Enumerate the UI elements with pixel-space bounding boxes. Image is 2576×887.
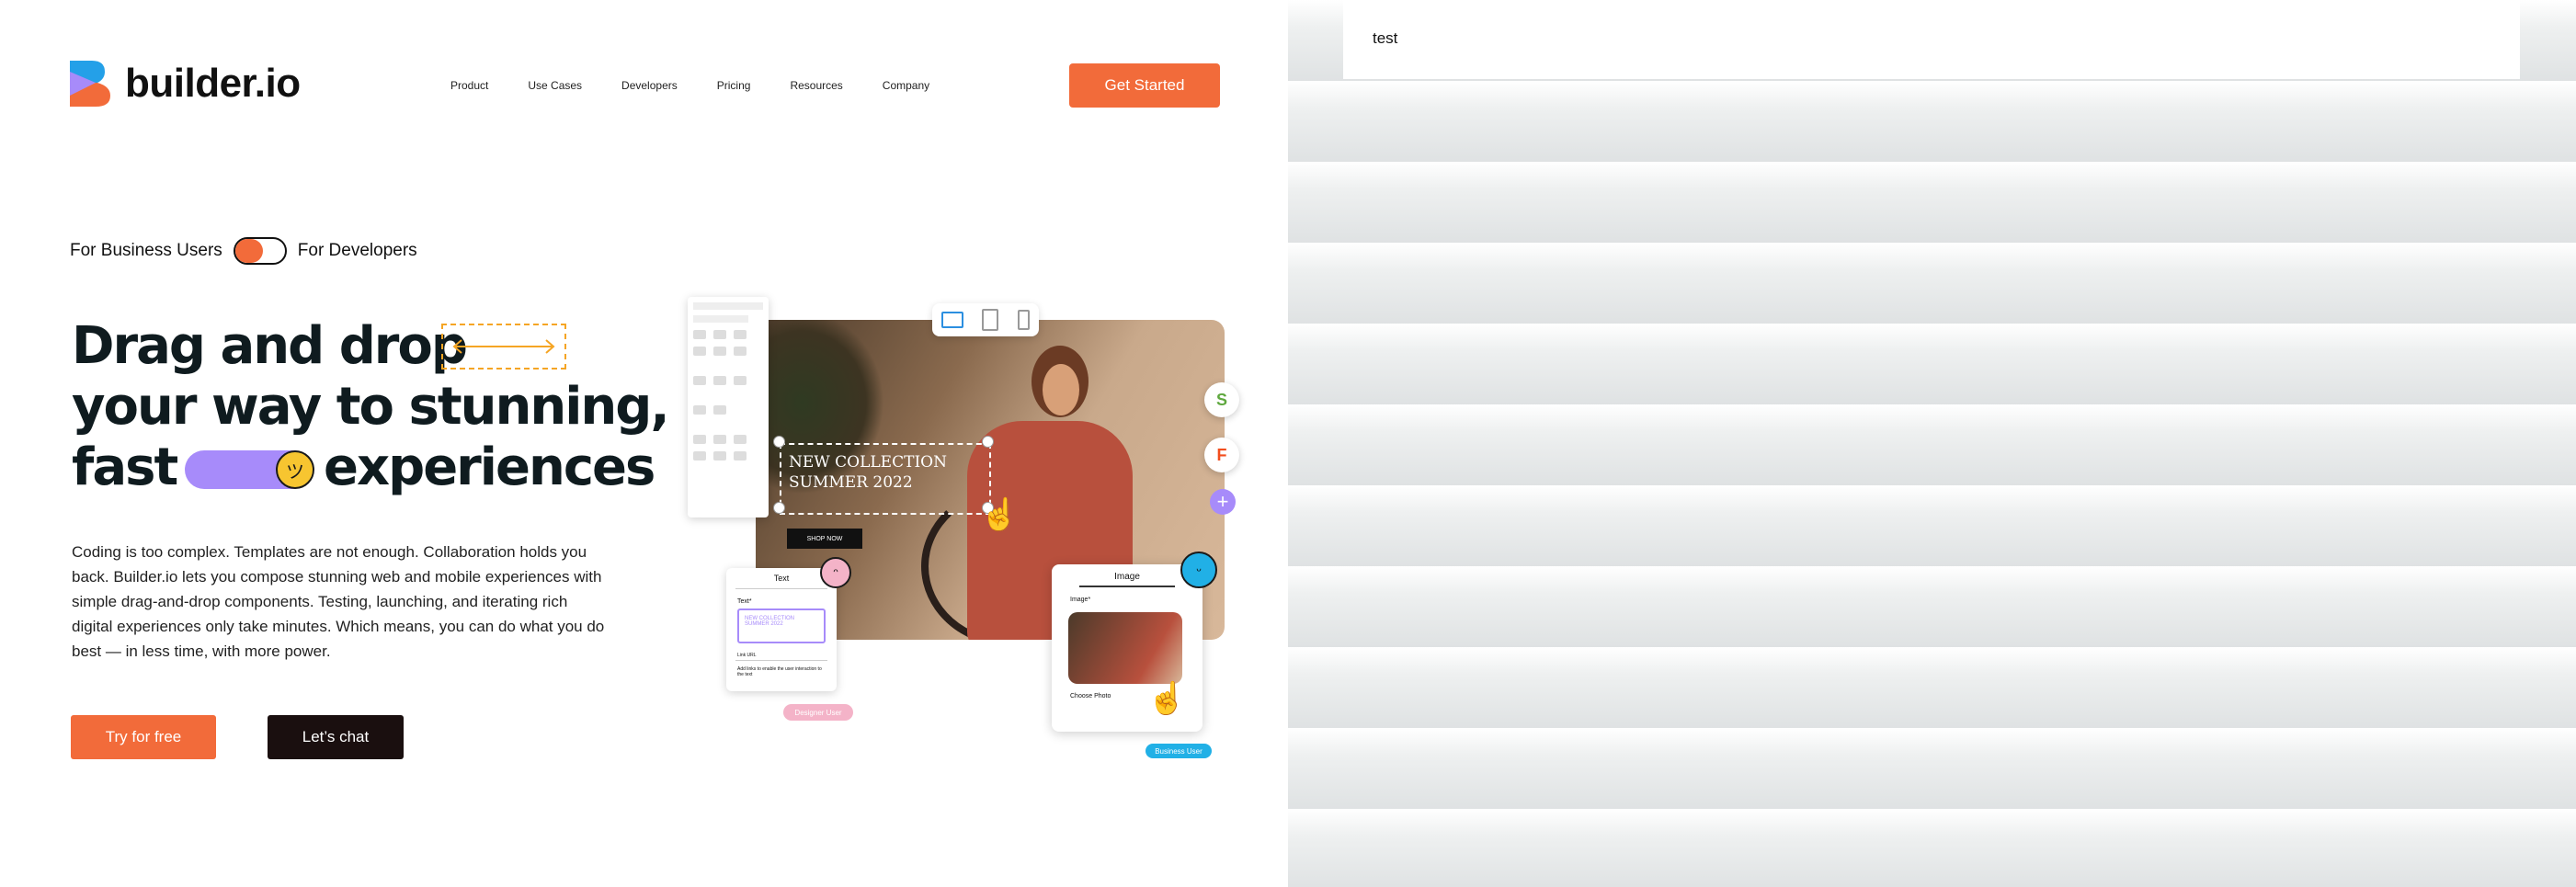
switch-knob [234,239,263,263]
figma-icon[interactable]: F [1204,438,1239,472]
text-settings-card: Text Text* NEW COLLECTION SUMMER 2022 Li… [726,568,837,691]
text-card-note: Add links to enable the user interaction… [737,666,822,677]
component-panel [688,297,769,517]
resize-handle[interactable] [773,436,785,448]
business-user-badge: Business User [1146,744,1212,758]
device-switcher [932,303,1039,336]
desktop-icon[interactable] [941,312,964,328]
nav-item-pricing[interactable]: Pricing [717,79,751,92]
nav-item-company[interactable]: Company [883,79,929,92]
text-card-input[interactable]: NEW COLLECTION SUMMER 2022 [737,608,826,643]
choose-photo-link[interactable]: Choose Photo [1070,693,1111,699]
logo[interactable]: builder.io [68,59,301,108]
right-pane: test [1288,0,2576,887]
smiley-face-icon: ツ [276,450,314,489]
designer-avatar-icon: ᵔ [820,557,851,588]
headline-line-2: your way to stunning, [72,377,670,437]
model-face [1043,364,1079,415]
lets-chat-button[interactable]: Let’s chat [268,715,404,759]
text-card-link-label: Link URL [737,653,757,658]
toggle-label-developers[interactable]: For Developers [298,241,417,261]
blue-hand-cursor-icon: ☝ [1147,681,1187,716]
panel-toolbar [693,302,763,310]
resize-handle[interactable] [982,436,994,448]
audience-switch[interactable] [233,237,287,265]
mobile-icon[interactable] [1017,310,1030,330]
banner-title-line-2: SUMMER 2022 [789,473,913,492]
right-pane-text: test [1373,29,1398,47]
get-started-button[interactable]: Get Started [1069,63,1220,108]
image-thumbnail[interactable] [1068,612,1182,684]
headline-line-1: Drag and drop [72,316,468,376]
banner-title: NEW COLLECTION SUMMER 2022 [789,452,947,493]
builder-logo-icon [68,59,112,108]
nav-item-use-cases[interactable]: Use Cases [528,79,582,92]
tablet-icon[interactable] [982,309,999,331]
shopify-icon[interactable]: S [1204,382,1239,417]
logo-text: builder.io [125,61,301,106]
hand-cursor-icon: ☝ [980,497,1020,532]
toggle-label-business[interactable]: For Business Users [70,241,222,261]
banner-title-line-1: NEW COLLECTION [789,453,947,472]
nav-item-resources[interactable]: Resources [790,79,842,92]
main-page: builder.io Product Use Cases Developers … [0,0,1288,887]
nav-item-product[interactable]: Product [450,79,488,92]
headline-line-3b: experiences [324,438,655,497]
text-card-field-label: Text* [737,598,752,605]
audience-toggle: For Business Users For Developers [70,237,417,265]
right-pane-bar: test [1343,0,2520,79]
top-nav: Product Use Cases Developers Pricing Res… [450,79,969,92]
headline-line-3a: fast [72,438,178,497]
hero-description: Coding is too complex. Templates are not… [72,543,605,660]
nav-item-developers[interactable]: Developers [621,79,678,92]
image-card-field-label: Image* [1070,597,1091,603]
resize-handle[interactable] [773,502,785,514]
drag-placeholder-box [441,324,566,370]
shop-now-button[interactable]: SHOP NOW [787,529,862,549]
business-avatar-icon: ᵕ [1180,552,1217,588]
try-for-free-button[interactable]: Try for free [71,715,216,759]
panel-search[interactable] [693,315,748,323]
designer-user-badge: Designer User [783,704,853,721]
add-icon[interactable]: + [1210,489,1236,515]
